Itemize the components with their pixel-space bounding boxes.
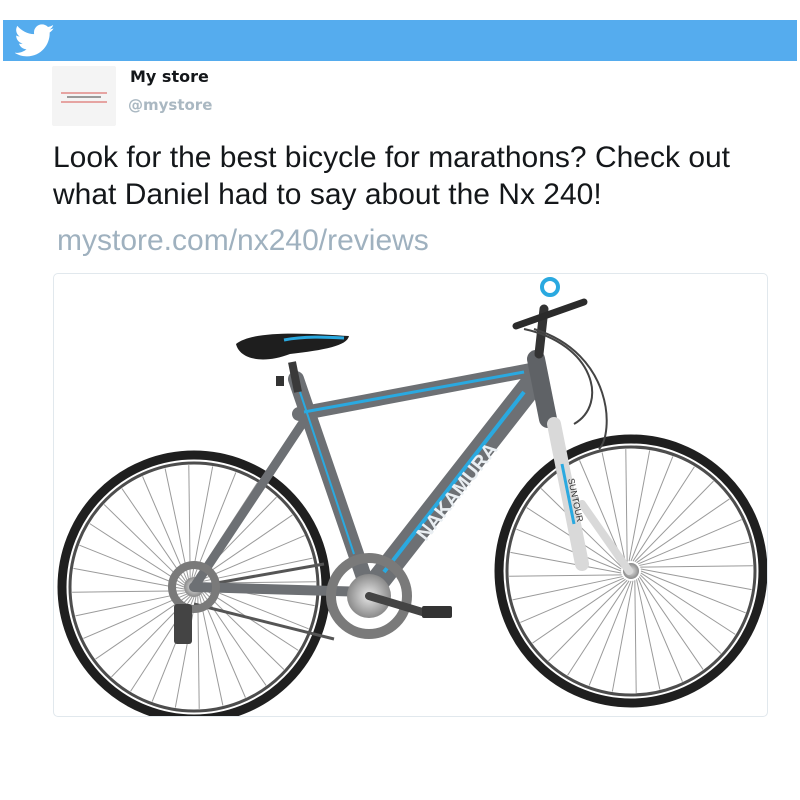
crankset: [326, 553, 452, 639]
wheel-spoke: [510, 551, 622, 574]
wheel-spoke: [611, 580, 634, 692]
wheel-spoke: [636, 579, 661, 690]
wheel-spoke: [75, 592, 186, 617]
wheel-spoke: [567, 580, 630, 676]
bell-icon: [540, 277, 560, 297]
wheel-spoke: [634, 580, 637, 693]
wheel-spoke: [512, 576, 623, 601]
frame-brand-text: NAKAMURA: [413, 439, 503, 545]
pedal: [422, 606, 452, 618]
wheel-spoke: [73, 567, 185, 590]
wheel-spoke: [509, 574, 622, 577]
wheel-spoke: [197, 596, 200, 709]
wheel-spoke: [640, 572, 736, 635]
user-handle[interactable]: @mystore: [128, 96, 212, 114]
wheel-spoke: [89, 523, 185, 586]
twitter-bird-icon[interactable]: [15, 24, 55, 58]
wheel-spoke: [639, 541, 750, 566]
bicycle-image: NAKAMURA SUNTOUR: [57, 277, 767, 716]
saddle: [236, 333, 349, 393]
wheel-spoke: [632, 466, 695, 562]
wheel-spoke: [640, 568, 752, 591]
store-logo: [61, 92, 107, 103]
wheel-spoke: [640, 565, 753, 568]
wheel-spoke: [188, 465, 191, 578]
tweet-text: Look for the best bicycle for marathons?…: [53, 141, 731, 211]
media-card[interactable]: NAKAMURA SUNTOUR: [53, 273, 768, 717]
avatar[interactable]: [52, 66, 116, 126]
wheel-spoke: [72, 590, 185, 593]
display-name[interactable]: My store: [130, 67, 209, 86]
tweet-link[interactable]: mystore.com/nx240/reviews: [57, 222, 429, 259]
top-bar: [3, 20, 797, 61]
tweet-page: My store @mystore Look for the best bicy…: [0, 0, 800, 800]
wheel-spoke: [628, 450, 651, 562]
wheel-spoke: [164, 468, 189, 579]
wheel-spoke: [625, 449, 628, 562]
